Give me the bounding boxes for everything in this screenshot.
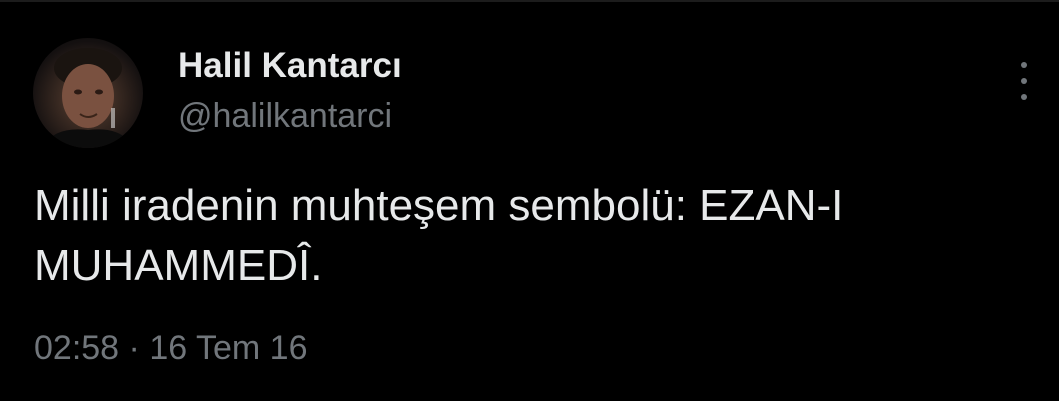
- tweet-date[interactable]: 16 Tem 16: [149, 329, 307, 367]
- meta-separator: ·: [128, 329, 140, 367]
- author-name[interactable]: Halil Kantarcı: [178, 44, 402, 88]
- more-options-button[interactable]: [1010, 62, 1038, 100]
- tweet-time[interactable]: 02:58: [34, 329, 119, 367]
- tweet: Halil Kantarcı @halilkantarci Milli irad…: [0, 0, 1059, 401]
- more-vertical-icon-dot: [1021, 94, 1027, 100]
- more-vertical-icon: [1021, 62, 1027, 68]
- more-vertical-icon-dot: [1021, 78, 1027, 84]
- author-handle[interactable]: @halilkantarci: [178, 94, 392, 138]
- avatar-portrait: [43, 48, 133, 148]
- avatar[interactable]: [33, 38, 143, 148]
- tweet-text: Milli iradenin muhteşem sembolü: EZAN-I …: [34, 181, 844, 290]
- tweet-meta: 02:58 · 16 Tem 16: [34, 326, 307, 370]
